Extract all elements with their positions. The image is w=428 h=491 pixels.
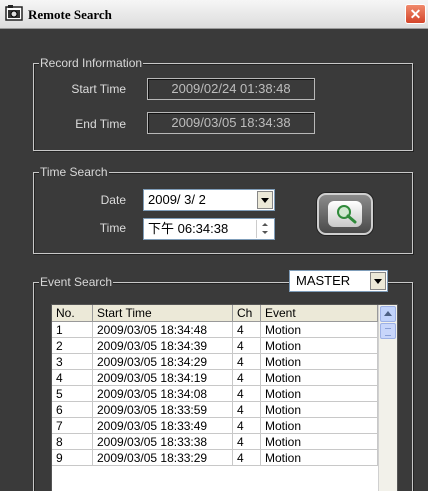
chevron-down-icon[interactable] bbox=[257, 191, 273, 209]
start-time-field: 2009/02/24 01:38:48 bbox=[147, 78, 315, 100]
cell-event: Motion bbox=[261, 386, 378, 402]
cell-no: 4 bbox=[52, 370, 93, 386]
cell-ch: 4 bbox=[233, 386, 261, 402]
scroll-thumb[interactable] bbox=[380, 323, 396, 339]
record-information-legend: Record Information bbox=[39, 56, 144, 71]
cell-event: Motion bbox=[261, 370, 378, 386]
cell-no: 1 bbox=[52, 322, 93, 338]
column-header-start-time[interactable]: Start Time bbox=[93, 305, 233, 321]
cell-event: Motion bbox=[261, 322, 378, 338]
remote-search-window: Remote Search ✕ Record Information Start… bbox=[0, 0, 428, 491]
cell-no: 5 bbox=[52, 386, 93, 402]
table-row[interactable]: 8 2009/03/05 18:33:38 4 Motion bbox=[52, 434, 378, 450]
cell-event: Motion bbox=[261, 354, 378, 370]
cell-start-time: 2009/03/05 18:33:38 bbox=[93, 434, 233, 450]
time-value: 下午 06:34:38 bbox=[148, 221, 229, 236]
date-label: Date bbox=[100, 193, 126, 207]
cell-ch: 4 bbox=[233, 338, 261, 354]
cell-ch: 4 bbox=[233, 322, 261, 338]
column-header-no[interactable]: No. bbox=[52, 305, 93, 321]
search-button-face bbox=[328, 201, 362, 227]
close-button[interactable]: ✕ bbox=[405, 4, 426, 24]
cell-start-time: 2009/03/05 18:33:49 bbox=[93, 418, 233, 434]
cell-event: Motion bbox=[261, 338, 378, 354]
magnifier-icon bbox=[337, 205, 357, 224]
close-icon: ✕ bbox=[409, 6, 422, 22]
end-time-label: End Time bbox=[75, 117, 126, 131]
cell-ch: 4 bbox=[233, 370, 261, 386]
date-picker[interactable]: 2009/ 3/ 2 bbox=[143, 189, 275, 211]
table-row[interactable]: 9 2009/03/05 18:33:29 4 Motion bbox=[52, 450, 378, 466]
cell-start-time: 2009/03/05 18:34:39 bbox=[93, 338, 233, 354]
table-header: No. Start Time Ch Event bbox=[52, 305, 378, 322]
cell-ch: 4 bbox=[233, 418, 261, 434]
cell-start-time: 2009/03/05 18:33:59 bbox=[93, 402, 233, 418]
event-table: No. Start Time Ch Event 1 2009/03/05 18:… bbox=[51, 304, 398, 491]
table-row[interactable]: 1 2009/03/05 18:34:48 4 Motion bbox=[52, 322, 378, 338]
cell-no: 7 bbox=[52, 418, 93, 434]
table-row[interactable]: 3 2009/03/05 18:34:29 4 Motion bbox=[52, 354, 378, 370]
time-spinner[interactable] bbox=[256, 220, 273, 238]
table-scrollbar[interactable] bbox=[378, 305, 397, 491]
start-time-label: Start Time bbox=[71, 82, 126, 96]
source-value: MASTER bbox=[296, 273, 351, 288]
cell-ch: 4 bbox=[233, 354, 261, 370]
table-row[interactable]: 6 2009/03/05 18:33:59 4 Motion bbox=[52, 402, 378, 418]
cell-no: 8 bbox=[52, 434, 93, 450]
cell-event: Motion bbox=[261, 450, 378, 466]
table-row[interactable]: 7 2009/03/05 18:33:49 4 Motion bbox=[52, 418, 378, 434]
cell-event: Motion bbox=[261, 418, 378, 434]
spin-up-icon[interactable] bbox=[257, 220, 273, 229]
cell-no: 9 bbox=[52, 450, 93, 466]
table-row[interactable]: 5 2009/03/05 18:34:08 4 Motion bbox=[52, 386, 378, 402]
cell-start-time: 2009/03/05 18:34:48 bbox=[93, 322, 233, 338]
camera-icon bbox=[5, 5, 23, 21]
cell-ch: 4 bbox=[233, 402, 261, 418]
cell-no: 3 bbox=[52, 354, 93, 370]
column-header-event[interactable]: Event bbox=[261, 305, 378, 321]
chevron-down-icon[interactable] bbox=[370, 272, 386, 290]
time-search-legend: Time Search bbox=[39, 165, 109, 180]
cell-ch: 4 bbox=[233, 450, 261, 466]
window-title: Remote Search bbox=[28, 7, 112, 22]
date-value: 2009/ 3/ 2 bbox=[148, 192, 206, 207]
cell-no: 6 bbox=[52, 402, 93, 418]
table-row[interactable]: 4 2009/03/05 18:34:19 4 Motion bbox=[52, 370, 378, 386]
cell-event: Motion bbox=[261, 434, 378, 450]
cell-start-time: 2009/03/05 18:34:19 bbox=[93, 370, 233, 386]
time-picker[interactable]: 下午 06:34:38 bbox=[143, 218, 275, 240]
column-header-ch[interactable]: Ch bbox=[233, 305, 261, 321]
cell-ch: 4 bbox=[233, 434, 261, 450]
cell-event: Motion bbox=[261, 402, 378, 418]
record-information-group: Record Information bbox=[33, 56, 413, 151]
time-label: Time bbox=[99, 221, 126, 235]
event-search-legend: Event Search bbox=[39, 275, 114, 290]
cell-start-time: 2009/03/05 18:33:29 bbox=[93, 450, 233, 466]
source-select[interactable]: MASTER bbox=[289, 270, 388, 292]
search-button[interactable] bbox=[317, 193, 373, 235]
scroll-up-icon[interactable] bbox=[380, 306, 396, 322]
table-row[interactable]: 2 2009/03/05 18:34:39 4 Motion bbox=[52, 338, 378, 354]
spin-down-icon[interactable] bbox=[257, 229, 273, 238]
cell-start-time: 2009/03/05 18:34:29 bbox=[93, 354, 233, 370]
cell-start-time: 2009/03/05 18:34:08 bbox=[93, 386, 233, 402]
title-bar: Remote Search ✕ bbox=[0, 0, 428, 29]
end-time-field: 2009/03/05 18:34:38 bbox=[147, 112, 315, 134]
cell-no: 2 bbox=[52, 338, 93, 354]
